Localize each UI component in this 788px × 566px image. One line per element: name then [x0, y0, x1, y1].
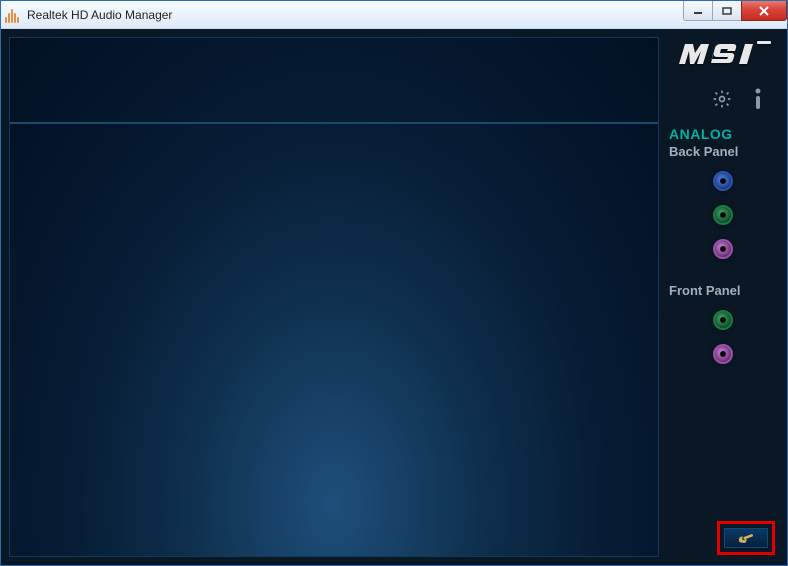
info-button[interactable] [747, 88, 769, 110]
connector-settings-button[interactable] [724, 528, 768, 548]
info-icon [749, 88, 767, 110]
close-button[interactable] [741, 1, 787, 21]
settings-button[interactable] [711, 88, 733, 110]
back-panel-label: Back Panel [667, 144, 779, 159]
client-area: ANALOG Back Panel Front Panel [1, 29, 787, 565]
maximize-button[interactable] [712, 1, 742, 21]
close-icon [758, 6, 770, 16]
window-title: Realtek HD Audio Manager [27, 8, 172, 22]
brand-logo [667, 39, 779, 74]
front-panel-jacks [667, 310, 779, 364]
app-icon [5, 7, 21, 23]
connector-settings-highlight [717, 521, 775, 555]
back-panel-jacks [667, 171, 779, 259]
front-jack-pink[interactable] [713, 344, 733, 364]
app-window: Realtek HD Audio Manager [0, 0, 788, 566]
side-panel: ANALOG Back Panel Front Panel [659, 29, 787, 565]
window-controls [684, 1, 787, 21]
maximize-icon [722, 7, 732, 15]
minimize-button[interactable] [683, 1, 713, 21]
main-content [9, 37, 659, 557]
minimize-icon [693, 7, 703, 15]
front-panel-label: Front Panel [667, 283, 779, 298]
front-jack-green[interactable] [713, 310, 733, 330]
back-jack-pink[interactable] [713, 239, 733, 259]
gear-icon [712, 89, 732, 109]
back-jack-blue[interactable] [713, 171, 733, 191]
back-jack-green[interactable] [713, 205, 733, 225]
wrench-icon [736, 532, 756, 544]
titlebar[interactable]: Realtek HD Audio Manager [1, 1, 787, 29]
top-icons [667, 88, 779, 110]
analog-section-title: ANALOG [667, 126, 779, 142]
